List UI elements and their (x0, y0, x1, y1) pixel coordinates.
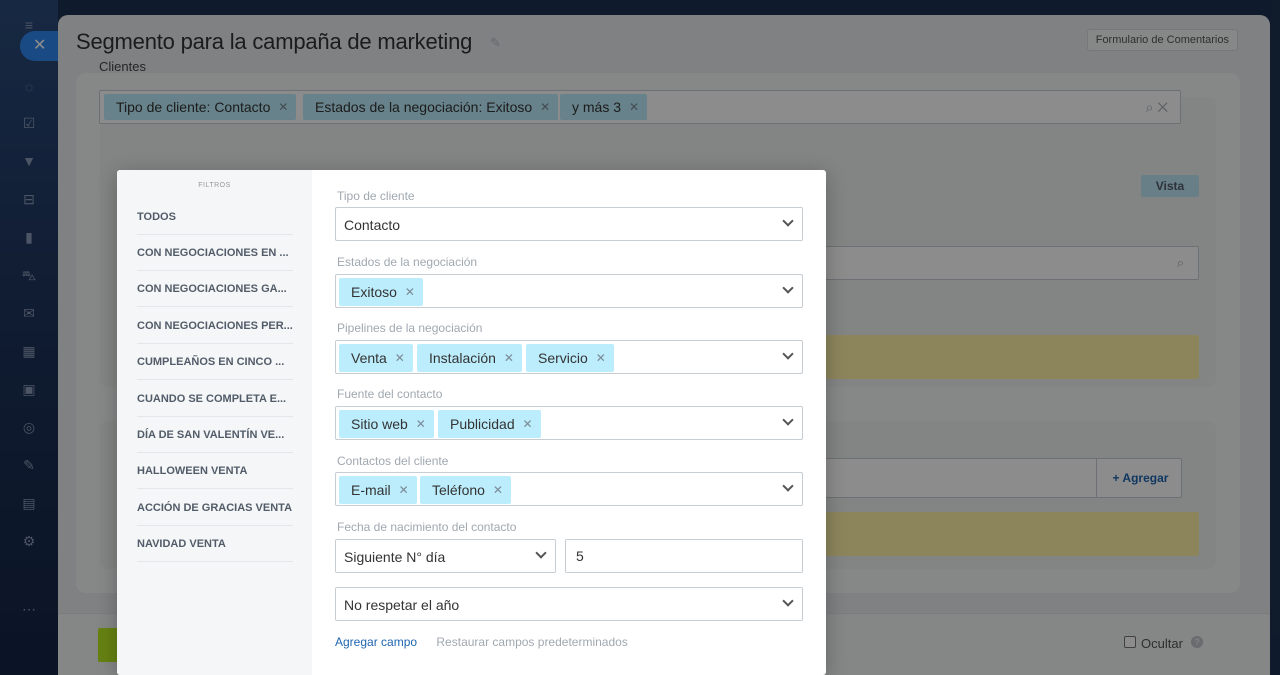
birth-date-label: Fecha de nacimiento del contacto (337, 520, 517, 534)
chevron-down-icon (535, 547, 547, 559)
contact-tag[interactable]: E-mail ✕ (339, 476, 417, 504)
tag-label: Teléfono (432, 482, 485, 498)
source-label: Fuente del contacto (337, 387, 443, 401)
deal-status-select[interactable]: Exitoso ✕ (335, 274, 803, 308)
birth-date-mode-select[interactable]: Siguiente N° día (335, 539, 556, 573)
pipelines-select[interactable]: Venta ✕ Instalación ✕ Servicio ✕ (335, 340, 803, 374)
preset-item[interactable]: CON NEGOCIACIONES PER... (137, 308, 293, 344)
client-type-label: Tipo de cliente (337, 189, 415, 203)
contact-tag[interactable]: Teléfono ✕ (420, 476, 511, 504)
remove-tag-icon[interactable]: ✕ (596, 344, 606, 372)
remove-tag-icon[interactable]: ✕ (405, 278, 415, 306)
tag-label: E-mail (351, 482, 391, 498)
remove-tag-icon[interactable]: ✕ (523, 410, 533, 438)
remove-tag-icon[interactable]: ✕ (504, 344, 514, 372)
tag-label: Exitoso (351, 284, 397, 300)
birth-date-field-block: Fecha de nacimiento del contacto Siguien… (313, 512, 825, 632)
chevron-down-icon (782, 595, 794, 607)
chevron-down-icon (782, 215, 794, 227)
remove-tag-icon[interactable]: ✕ (416, 410, 426, 438)
tag-label: Publicidad (450, 416, 515, 432)
contacts-select[interactable]: E-mail ✕ Teléfono ✕ (335, 472, 803, 506)
preset-item[interactable]: CON NEGOCIACIONES GA... (137, 271, 293, 307)
tag-label: Instalación (429, 350, 496, 366)
preset-item[interactable]: CUANDO SE COMPLETA E... (137, 381, 293, 417)
preset-item[interactable]: CUMPLEAÑOS EN CINCO ... (137, 344, 293, 380)
chevron-down-icon (782, 282, 794, 294)
preset-item[interactable]: ACCIÓN DE GRACIAS VENTA (137, 490, 293, 526)
popup-links: Agregar campo Restaurar campos predeterm… (335, 635, 628, 649)
remove-tag-icon[interactable]: ✕ (395, 344, 405, 372)
add-field-link[interactable]: Agregar campo (335, 635, 417, 649)
pipeline-tag[interactable]: Instalación ✕ (417, 344, 522, 372)
tag-label: Sitio web (351, 416, 408, 432)
deal-status-tag[interactable]: Exitoso ✕ (339, 278, 423, 306)
preset-item[interactable]: TODOS (137, 199, 293, 235)
chevron-down-icon (782, 480, 794, 492)
contacts-label: Contactos del cliente (337, 454, 449, 468)
deal-status-label: Estados de la negociación (337, 255, 478, 269)
source-select[interactable]: Sitio web ✕ Publicidad ✕ (335, 406, 803, 440)
restore-fields-link[interactable]: Restaurar campos predeterminados (436, 635, 627, 649)
chevron-down-icon (782, 348, 794, 360)
remove-tag-icon[interactable]: ✕ (493, 476, 503, 504)
preset-item[interactable]: NAVIDAD VENTA (137, 526, 293, 562)
pipeline-tag[interactable]: Venta ✕ (339, 344, 413, 372)
chevron-down-icon (782, 414, 794, 426)
tag-label: Venta (351, 350, 387, 366)
client-type-select[interactable]: Contacto (335, 207, 803, 241)
pipelines-label: Pipelines de la negociación (337, 321, 483, 335)
preset-item[interactable]: CON NEGOCIACIONES EN ... (137, 235, 293, 271)
preset-item[interactable]: HALLOWEEN VENTA (137, 453, 293, 489)
birth-date-days-input[interactable] (565, 539, 803, 573)
presets-title: FILTROS (198, 182, 231, 189)
filter-presets: FILTROS TODOS CON NEGOCIACIONES EN ... C… (117, 170, 312, 675)
tag-label: Servicio (538, 350, 588, 366)
preset-item[interactable]: DÍA DE SAN VALENTÍN VE... (137, 417, 293, 453)
source-tag[interactable]: Sitio web ✕ (339, 410, 434, 438)
year-option-select[interactable]: No respetar el año (335, 587, 803, 621)
birth-date-mode-value: Siguiente N° día (344, 549, 446, 565)
source-tag[interactable]: Publicidad ✕ (438, 410, 541, 438)
pipeline-tag[interactable]: Servicio ✕ (526, 344, 614, 372)
year-option-value: No respetar el año (344, 597, 460, 613)
remove-tag-icon[interactable]: ✕ (399, 476, 409, 504)
client-type-value: Contacto (344, 217, 401, 233)
